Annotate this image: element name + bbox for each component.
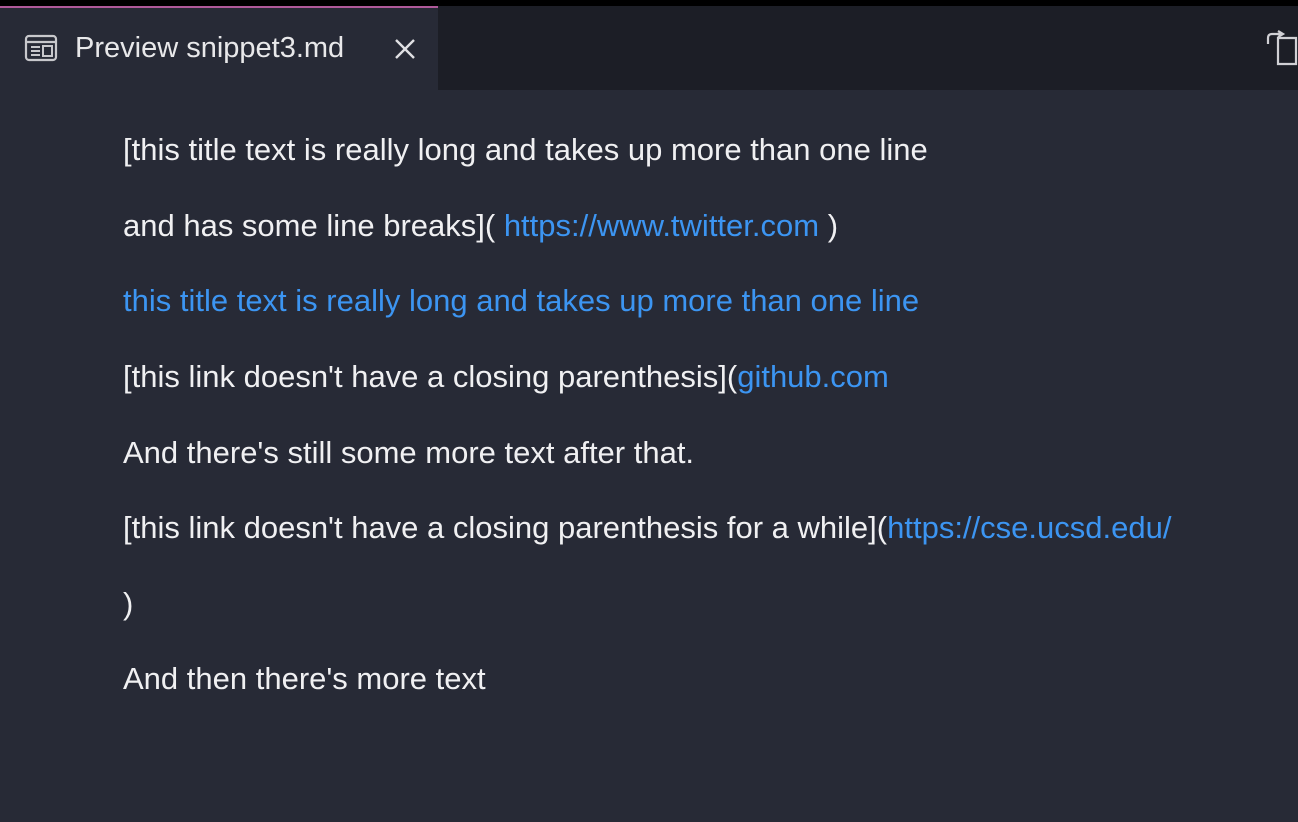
- paragraph-text: [this title text is really long and take…: [123, 132, 928, 167]
- editor-tab-bar: Preview snippet3.md: [0, 0, 1298, 90]
- active-tab-indicator: [0, 6, 438, 8]
- paragraph-text: And there's still some more text after t…: [123, 435, 695, 470]
- paragraph-text: ): [123, 586, 134, 621]
- github-link[interactable]: github.com: [737, 359, 889, 394]
- paragraph-text: [this link doesn't have a closing parent…: [123, 359, 738, 394]
- paragraph-text: and has some line breaks](: [123, 208, 496, 243]
- tab-preview-snippet3[interactable]: Preview snippet3.md: [0, 6, 438, 90]
- paragraph-text: ): [827, 208, 839, 243]
- preview-paragraph: [this title text is really long and take…: [123, 130, 928, 170]
- tab-label: Preview snippet3.md: [75, 32, 345, 64]
- preview-paragraph: And then there's more text: [123, 659, 486, 699]
- preview-paragraph: and has some line breaks]( https://www.t…: [123, 206, 838, 246]
- cse-ucsd-link[interactable]: https://cse.ucsd.edu/: [887, 510, 1171, 545]
- preview-paragraph: [this link doesn't have a closing parent…: [123, 357, 889, 397]
- preview-paragraph: And there's still some more text after t…: [123, 433, 694, 473]
- preview-paragraph: ): [123, 584, 133, 624]
- twitter-link[interactable]: https://www.twitter.com: [495, 208, 827, 243]
- paragraph-text: [this link doesn't have a closing parent…: [123, 510, 888, 545]
- preview-icon: [24, 34, 58, 62]
- open-preview-to-side-icon[interactable]: [1264, 30, 1298, 66]
- close-icon[interactable]: [392, 36, 418, 62]
- long-title-link[interactable]: this title text is really long and takes…: [123, 283, 919, 318]
- paragraph-text: And then there's more text: [123, 661, 486, 696]
- preview-paragraph: [this link doesn't have a closing parent…: [123, 508, 1171, 548]
- preview-paragraph: this title text is really long and takes…: [123, 281, 919, 321]
